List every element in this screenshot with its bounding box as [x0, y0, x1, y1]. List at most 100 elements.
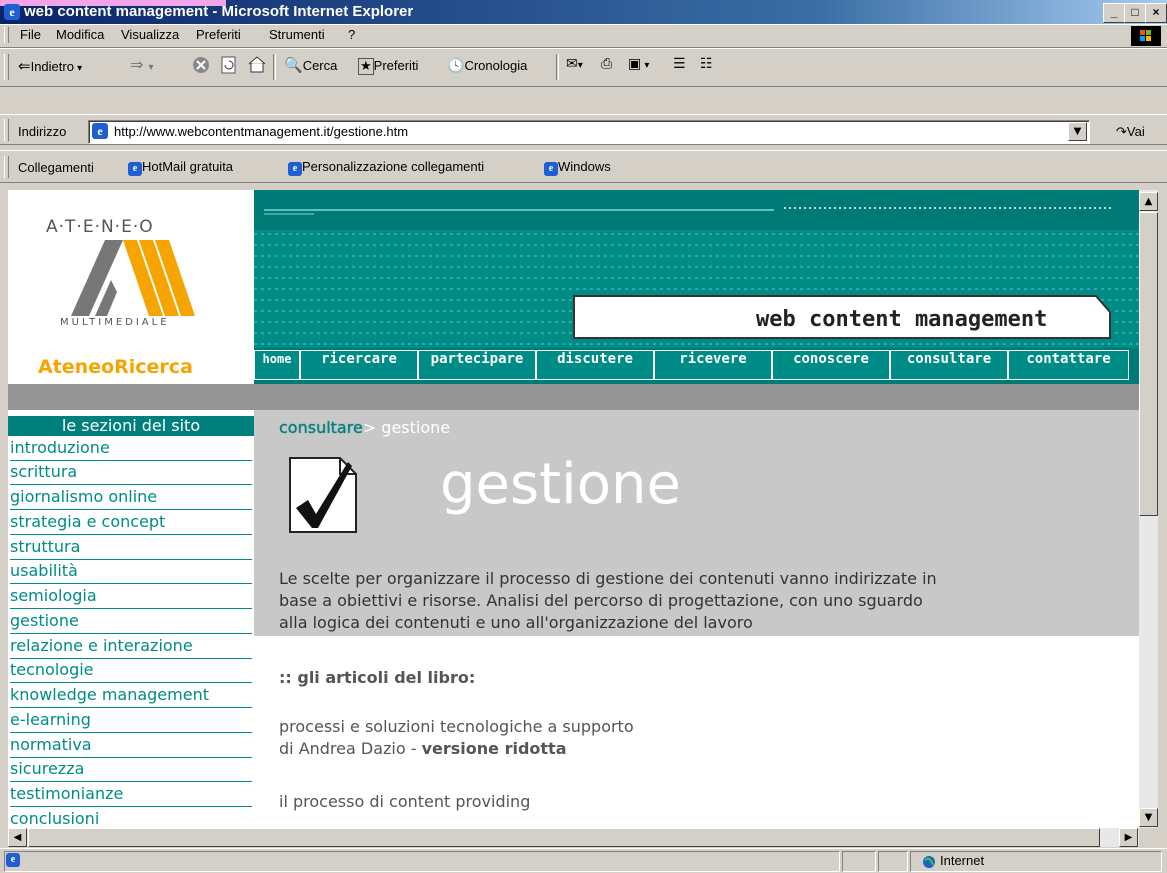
- nav-ricercare[interactable]: ricercare: [300, 350, 418, 380]
- article-1[interactable]: processi e soluzioni tecnologiche a supp…: [279, 716, 634, 760]
- links-grip: [4, 156, 9, 178]
- search-icon: 🔍: [284, 56, 303, 74]
- nav-home[interactable]: home: [254, 350, 300, 380]
- address-url[interactable]: http://www.webcontentmanagement.it/gesti…: [114, 124, 408, 139]
- status-text-panel: [4, 851, 840, 872]
- nav-discutere[interactable]: discutere: [536, 350, 654, 380]
- menu-strumenti[interactable]: Strumenti: [269, 27, 325, 42]
- nav-partecipare[interactable]: partecipare: [418, 350, 536, 380]
- go-arrow-icon: ↷: [1116, 124, 1127, 139]
- scroll-down-button[interactable]: ▼: [1139, 808, 1158, 827]
- page-icon: e: [92, 123, 108, 139]
- status-security-panel: [878, 851, 908, 872]
- edit-icon[interactable]: ▣ ▾: [628, 56, 649, 72]
- article-1-title[interactable]: processi e soluzioni tecnologiche a supp…: [279, 716, 634, 738]
- nav-contattare[interactable]: contattare: [1008, 350, 1129, 380]
- article-1-version[interactable]: versione ridotta: [422, 739, 567, 758]
- back-button[interactable]: ⇐Indietro ▾: [18, 56, 82, 75]
- history-button[interactable]: 🕓Cronologia: [447, 55, 527, 74]
- link-personalizzazione[interactable]: e Personalizzazione collegamenti: [288, 159, 484, 176]
- address-dropdown-button[interactable]: ▼: [1068, 122, 1087, 141]
- minimize-button[interactable]: _: [1103, 3, 1125, 23]
- sidebar-title: le sezioni del sito: [8, 416, 254, 436]
- back-arrow-icon: ⇐: [18, 57, 31, 75]
- stop-icon[interactable]: [192, 56, 210, 78]
- sidebar-item-tecnologie[interactable]: tecnologie: [10, 660, 252, 683]
- favorites-icon: ★: [358, 58, 374, 75]
- refresh-icon[interactable]: [220, 56, 238, 78]
- page-title: gestione: [440, 452, 681, 517]
- ie-icon: e: [4, 4, 20, 20]
- sidebar-item-scrittura[interactable]: scrittura: [10, 462, 252, 485]
- intro-text: Le scelte per organizzare il processo di…: [279, 568, 937, 634]
- window-title: web content management - Microsoft Inter…: [24, 3, 414, 20]
- scroll-left-button[interactable]: ◀: [8, 828, 27, 847]
- internet-globe-icon: [922, 854, 936, 873]
- sidebar-item-struttura[interactable]: struttura: [10, 537, 252, 560]
- link-icon: e: [288, 162, 302, 176]
- sidebar-item-giornalismo[interactable]: giornalismo online: [10, 487, 252, 510]
- intro-line: alla logica dei contenuti e uno all'orga…: [279, 613, 753, 632]
- menu-file[interactable]: File: [20, 27, 41, 42]
- sidebar-item-conclusioni[interactable]: conclusioni: [10, 809, 252, 828]
- logo-top-text: A·T·E·N·E·O: [46, 217, 154, 237]
- menu-modifica[interactable]: Modifica: [56, 27, 104, 42]
- sidebar-item-usabilita[interactable]: usabilità: [10, 561, 252, 584]
- toolbar-separator: [556, 54, 559, 80]
- forward-arrow-icon[interactable]: ⇒ ▾: [130, 55, 154, 74]
- messenger-icon[interactable]: ☷: [700, 56, 713, 72]
- link-windows[interactable]: e Windows: [544, 159, 611, 176]
- articles-heading: :: gli articoli del libro:: [279, 668, 476, 687]
- intro-line: base a obiettivi e risorse. Analisi del …: [279, 591, 923, 610]
- sidebar-item-normativa[interactable]: normativa: [10, 735, 252, 758]
- toolbar-grip: [4, 54, 9, 80]
- discuss-icon[interactable]: ☰: [673, 56, 686, 72]
- sidebar-item-sicurezza[interactable]: sicurezza: [10, 759, 252, 782]
- print-icon[interactable]: ⎙: [601, 56, 612, 72]
- go-button[interactable]: ↷Vai: [1116, 124, 1145, 140]
- brand-name[interactable]: AteneoRicerca: [38, 356, 193, 378]
- menu-help[interactable]: ?: [348, 27, 355, 42]
- nav-ricevere[interactable]: ricevere: [654, 350, 772, 380]
- breadcrumb-link[interactable]: consultare: [279, 418, 363, 437]
- logo-bottom-text: MULTIMEDIALE: [60, 317, 170, 328]
- menu-visualizza[interactable]: Visualizza: [121, 27, 179, 42]
- close-button[interactable]: ×: [1145, 3, 1167, 23]
- address-label: Indirizzo: [18, 124, 67, 139]
- address-grip: [4, 119, 9, 141]
- status-zone-label: Internet: [940, 853, 985, 868]
- home-icon[interactable]: [247, 55, 267, 77]
- scroll-right-button[interactable]: ▶: [1119, 828, 1138, 847]
- ateneo-logo: [71, 240, 201, 320]
- scroll-up-button[interactable]: ▲: [1139, 192, 1158, 211]
- divider-strip: [8, 384, 1139, 410]
- sidebar-item-introduzione[interactable]: introduzione: [10, 438, 252, 461]
- standard-toolbar: [0, 48, 1167, 87]
- link-icon: e: [544, 162, 558, 176]
- menu-preferiti[interactable]: Preferiti: [196, 27, 241, 42]
- link-icon: e: [128, 162, 142, 176]
- vertical-scroll-thumb[interactable]: [1139, 212, 1158, 516]
- sidebar-item-strategia[interactable]: strategia e concept: [10, 512, 252, 535]
- status-progress-panel: [842, 851, 876, 872]
- link-hotmail[interactable]: e HotMail gratuita: [128, 159, 233, 176]
- menu-grip: [4, 27, 9, 43]
- search-button[interactable]: 🔍Cerca: [284, 55, 337, 74]
- favorites-button[interactable]: ★ Preferiti: [358, 55, 418, 75]
- sidebar-item-semiologia[interactable]: semiologia: [10, 586, 252, 609]
- sidebar-item-relazione[interactable]: relazione e interazione: [10, 636, 252, 659]
- checkmark-document-icon: [288, 456, 358, 538]
- maximize-button[interactable]: □: [1124, 3, 1146, 23]
- article-2-title[interactable]: il processo di content providing: [279, 792, 530, 811]
- sidebar-item-knowledge[interactable]: knowledge management: [10, 685, 252, 708]
- article-1-author: di Andrea Dazio -: [279, 739, 422, 758]
- banner-title: web content management: [756, 307, 1048, 332]
- links-label: Collegamenti: [18, 160, 94, 175]
- horizontal-scroll-thumb[interactable]: [28, 828, 1100, 847]
- nav-conoscere[interactable]: conoscere: [772, 350, 890, 380]
- sidebar-item-gestione[interactable]: gestione: [10, 611, 252, 634]
- sidebar-item-elearning[interactable]: e-learning: [10, 710, 252, 733]
- mail-icon[interactable]: ✉▾: [566, 56, 583, 72]
- nav-consultare[interactable]: consultare: [890, 350, 1008, 380]
- sidebar-item-testimonianze[interactable]: testimonianze: [10, 784, 252, 807]
